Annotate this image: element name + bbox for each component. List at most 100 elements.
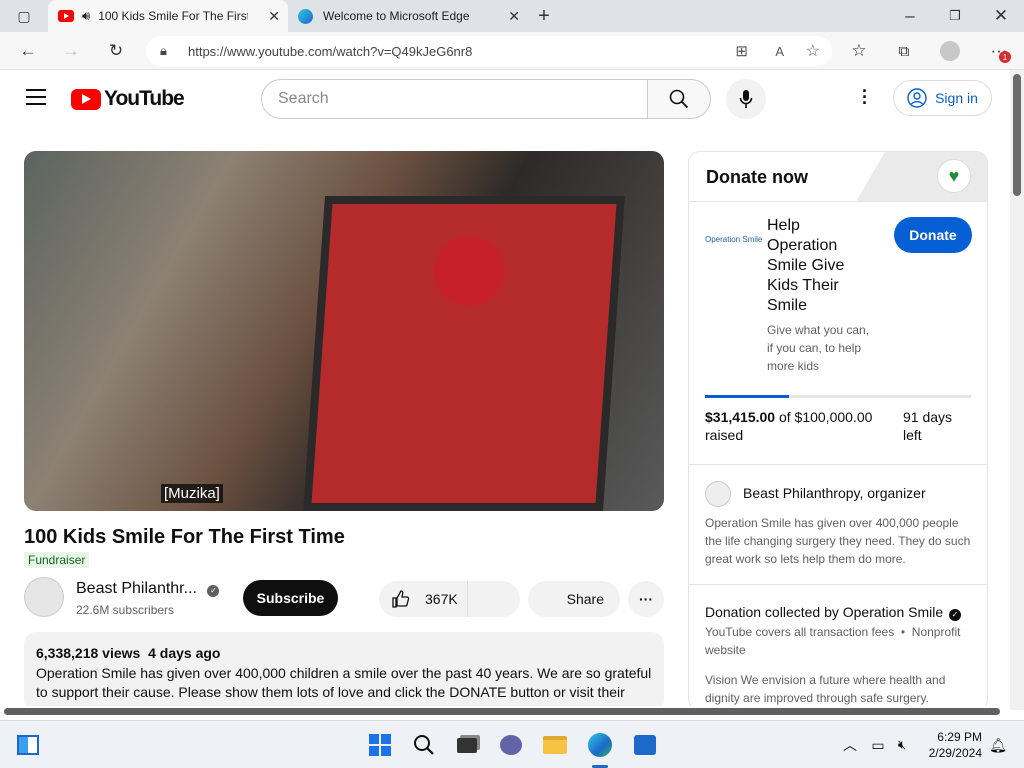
sign-in-button[interactable]: Sign in bbox=[893, 80, 992, 116]
lock-icon: 🔒︎ bbox=[160, 43, 167, 58]
raised-summary: $31,415.00 of $100,000.00 raised bbox=[705, 408, 885, 444]
donate-button[interactable]: Donate bbox=[894, 217, 972, 253]
clock[interactable]: 6:29 PM 2/29/2024 bbox=[920, 729, 982, 761]
chevron-up-icon[interactable]: ︿ bbox=[838, 733, 862, 757]
video-frame-rose bbox=[434, 236, 504, 306]
store-icon[interactable] bbox=[633, 733, 657, 757]
subscribe-button[interactable]: Subscribe bbox=[243, 580, 338, 616]
close-tab-icon[interactable]: ✕ bbox=[508, 8, 520, 25]
tab-edge[interactable]: Welcome to Microsoft Edge ✕ bbox=[288, 0, 528, 32]
share-label: Share bbox=[566, 591, 604, 607]
speaker-icon[interactable]: 🔊︎ bbox=[82, 8, 90, 24]
divider bbox=[689, 584, 987, 585]
forward-icon[interactable]: → bbox=[56, 36, 86, 66]
video-caption: [Muzika] bbox=[161, 484, 223, 503]
menu-icon[interactable] bbox=[26, 89, 46, 105]
file-explorer-icon[interactable] bbox=[543, 733, 567, 757]
display-icon[interactable]: ▭ bbox=[866, 733, 890, 757]
share-button[interactable]: Share bbox=[528, 581, 620, 617]
organizer-name[interactable]: Beast Philanthropy bbox=[743, 485, 859, 501]
address-bar-row: ← → ↻ 🔒︎ https://www.youtube.com/watch?v… bbox=[0, 32, 1024, 70]
youtube-favicon-icon bbox=[58, 10, 74, 22]
search-icon bbox=[669, 89, 689, 109]
more-actions-button[interactable]: ··· bbox=[628, 581, 664, 617]
refresh-icon[interactable]: ↻ bbox=[101, 36, 131, 66]
start-icon[interactable] bbox=[368, 733, 392, 757]
task-view-icon[interactable] bbox=[455, 733, 479, 757]
donation-header: Donate now ♥ bbox=[689, 152, 987, 202]
days-left: 91 days left bbox=[903, 408, 952, 444]
donation-progress-fill bbox=[705, 395, 789, 398]
more-menu-icon[interactable]: ··· bbox=[984, 36, 1014, 66]
favorites-icon[interactable]: ☆ bbox=[844, 36, 874, 66]
search-input[interactable]: Search bbox=[261, 79, 648, 119]
campaign-subtitle: Give what you can, if you can, to help m… bbox=[767, 323, 870, 373]
tab-title: Welcome to Microsoft Edge bbox=[323, 9, 470, 23]
days-left-word: left bbox=[903, 427, 922, 443]
fees-line: YouTube covers all transaction fees • No… bbox=[705, 625, 961, 657]
channel-avatar[interactable] bbox=[24, 577, 64, 617]
voice-search-button[interactable] bbox=[726, 79, 766, 119]
vertical-scrollbar-thumb[interactable] bbox=[1013, 74, 1021, 196]
back-icon[interactable]: ← bbox=[13, 36, 43, 66]
app-icon[interactable]: ⊞ bbox=[735, 42, 748, 60]
teams-chat-icon[interactable] bbox=[499, 733, 523, 757]
horizontal-scrollbar-thumb[interactable] bbox=[4, 708, 1000, 715]
video-title: 100 Kids Smile For The First Time bbox=[24, 526, 345, 548]
volume-muted-icon[interactable]: 🔇︎ bbox=[890, 733, 914, 757]
collections-icon[interactable]: ⧉ bbox=[889, 36, 919, 66]
close-window-icon[interactable]: ✕ bbox=[986, 1, 1016, 31]
youtube-play-icon bbox=[71, 88, 101, 110]
organizer-text: Operation Smile has given over 400,000 p… bbox=[705, 516, 971, 566]
tab-youtube[interactable]: 🔊︎ 100 Kids Smile For The First ✕ bbox=[48, 0, 288, 32]
youtube-logo[interactable]: YouTube bbox=[71, 87, 185, 111]
raised-amount: $31,415.00 bbox=[705, 409, 776, 425]
like-button[interactable]: 367K bbox=[379, 581, 467, 617]
channel-name[interactable]: Beast Philanthr... ✓ bbox=[76, 580, 220, 598]
notifications-icon[interactable]: 🔔︎ bbox=[986, 733, 1010, 757]
notification-badge: 1 bbox=[999, 51, 1011, 63]
raised-word: raised bbox=[705, 427, 744, 443]
close-tab-icon[interactable]: ✕ bbox=[268, 8, 280, 25]
channel-name-text: Beast Philanthr... bbox=[76, 580, 197, 597]
taskbar: ︿ ▭ 🔇︎ 6:29 PM 2/29/2024 🔔︎ bbox=[0, 720, 1024, 768]
restore-icon[interactable]: ❐ bbox=[940, 1, 970, 31]
days-left-value: 91 days bbox=[903, 409, 953, 425]
search-icon[interactable] bbox=[412, 733, 436, 757]
sign-in-label: Sign in bbox=[935, 90, 978, 106]
campaign-title: Help Operation Smile Give Kids Their Smi… bbox=[767, 217, 845, 314]
search-button[interactable] bbox=[647, 79, 711, 119]
edge-taskbar-icon[interactable] bbox=[588, 733, 612, 757]
fundraiser-badge[interactable]: Fundraiser bbox=[24, 552, 90, 568]
youtube-header: YouTube Search · · · Sign in bbox=[0, 70, 1010, 126]
clock-date: 2/29/2024 bbox=[928, 746, 982, 760]
thumbs-up-icon bbox=[392, 590, 410, 608]
dislike-button[interactable] bbox=[467, 581, 520, 617]
verified-icon: ✓ bbox=[949, 609, 962, 621]
vision-text: Vision We envision a future where health… bbox=[705, 673, 946, 705]
read-aloud-icon[interactable]: A bbox=[775, 44, 784, 59]
clock-time: 6:29 PM bbox=[937, 730, 982, 744]
profile-avatar[interactable] bbox=[940, 41, 960, 61]
description-text: Operation Smile has given over 400,000 c… bbox=[36, 664, 652, 701]
donation-header-title: Donate now bbox=[706, 167, 808, 187]
settings-menu-icon[interactable]: · · · bbox=[855, 82, 875, 112]
giving-heart-icon: ♥ bbox=[937, 159, 971, 193]
microphone-icon bbox=[739, 90, 753, 108]
donation-progress-track bbox=[705, 395, 971, 398]
browser-tab-bar: ▢ 🔊︎ 100 Kids Smile For The First ✕ Welc… bbox=[0, 0, 1024, 32]
donation-panel: Donate now ♥ Operation Smile Help Operat… bbox=[688, 151, 988, 711]
add-favorite-icon[interactable]: ☆ bbox=[806, 41, 820, 61]
url-field[interactable]: 🔒︎ https://www.youtube.com/watch?v=Q49kJ… bbox=[146, 36, 832, 66]
organizer-avatar[interactable] bbox=[705, 481, 731, 507]
logo-text: YouTube bbox=[104, 87, 185, 110]
video-player[interactable]: [Muzika] bbox=[24, 151, 664, 511]
widgets-icon[interactable] bbox=[16, 733, 40, 757]
goal-text: of $100,000.00 bbox=[778, 409, 873, 425]
org-logo-text: Operation Smile bbox=[705, 235, 763, 244]
minimize-icon[interactable]: – bbox=[895, 1, 925, 31]
new-tab-icon[interactable]: + bbox=[529, 1, 559, 31]
like-count: 367K bbox=[425, 591, 458, 607]
tab-actions-icon[interactable]: ▢ bbox=[9, 1, 39, 31]
video-description[interactable]: 6,338,218 views 4 days ago Operation Smi… bbox=[24, 632, 664, 712]
